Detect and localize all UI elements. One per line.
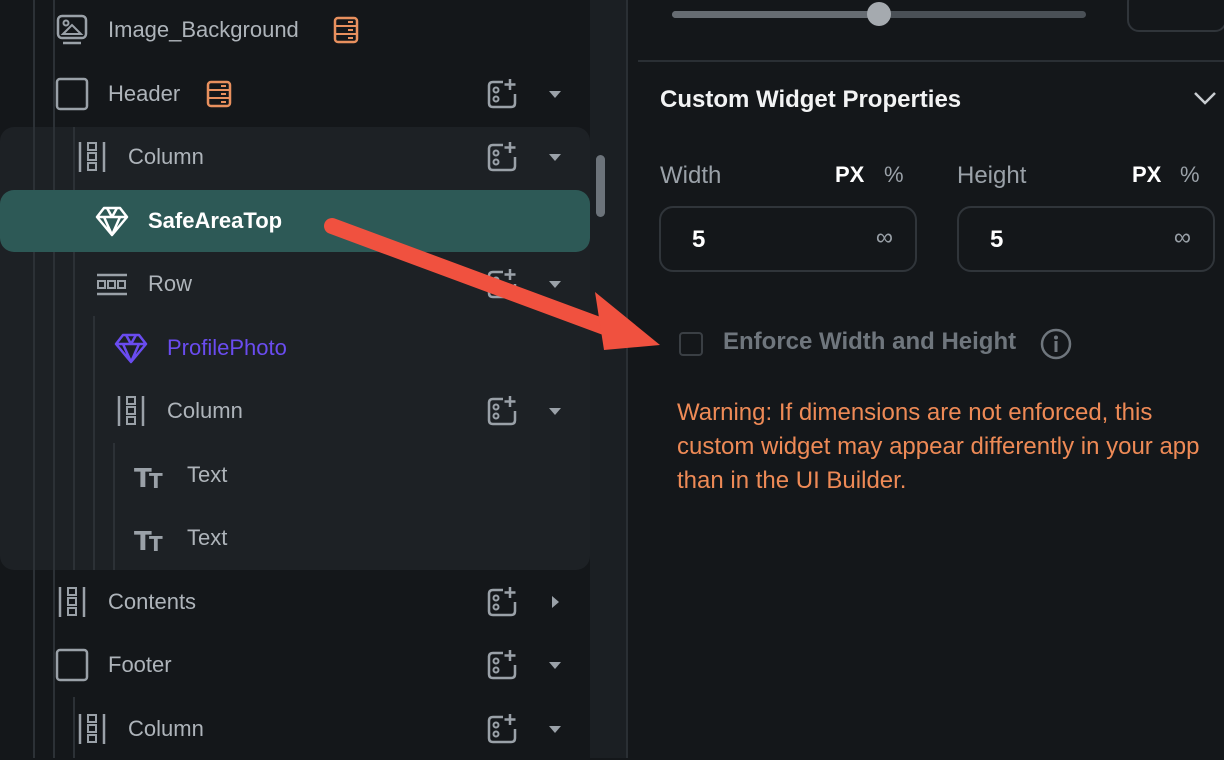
width-input[interactable]: 5 ∞ xyxy=(659,206,917,272)
add-child-icon[interactable] xyxy=(486,649,518,681)
tree-item-label: Text xyxy=(187,462,228,487)
width-unit-px[interactable]: PX xyxy=(835,162,864,188)
caret-down-icon[interactable] xyxy=(549,280,561,288)
infinity-icon[interactable]: ∞ xyxy=(876,224,893,252)
properties-panel: Custom Widget Properties Width PX % Heig… xyxy=(630,0,1224,758)
image-icon xyxy=(55,13,89,47)
height-label: Height xyxy=(957,162,1027,189)
column-icon xyxy=(55,585,89,619)
info-icon[interactable] xyxy=(1040,328,1072,360)
divider xyxy=(638,60,1224,62)
tree-item-label: Column xyxy=(128,144,204,169)
height-input[interactable]: 5 ∞ xyxy=(957,206,1215,272)
infinity-icon[interactable]: ∞ xyxy=(1174,224,1191,252)
tree-item-text[interactable]: T T Text xyxy=(0,507,590,569)
column-icon xyxy=(75,140,109,174)
tree-item-column[interactable]: Column xyxy=(0,126,590,188)
container-icon xyxy=(55,648,89,682)
width-label: Width xyxy=(660,162,722,189)
caret-down-icon[interactable] xyxy=(549,661,561,669)
row-icon xyxy=(95,267,129,301)
tree-item-column[interactable]: Column xyxy=(0,380,590,442)
height-value[interactable]: 5 xyxy=(990,226,1003,254)
add-child-icon[interactable] xyxy=(486,586,518,618)
tree-item-label: Header xyxy=(108,81,181,106)
width-unit-percent[interactable]: % xyxy=(884,162,904,188)
tree-item-label: Text xyxy=(187,525,228,550)
caret-down-icon[interactable] xyxy=(549,153,561,161)
tree-item-label: Image_Background xyxy=(108,17,299,42)
caret-right-icon[interactable] xyxy=(552,596,559,608)
custom-widget-diamond-icon xyxy=(114,331,148,365)
tree-item-header[interactable]: Header xyxy=(0,63,590,125)
text-icon: TT xyxy=(134,521,168,555)
svg-text:T: T xyxy=(149,532,163,555)
add-child-icon[interactable] xyxy=(486,268,518,300)
caret-down-icon[interactable] xyxy=(549,90,561,98)
width-value[interactable]: 5 xyxy=(692,226,705,254)
slider-handle[interactable] xyxy=(867,2,891,26)
tree-item-safeareatop[interactable]: SafeAreaTop xyxy=(0,190,590,252)
svg-text:T: T xyxy=(149,469,163,492)
tree-item-image-background[interactable]: Image_Background xyxy=(0,0,590,61)
slider-value-input[interactable] xyxy=(1127,0,1224,32)
tree-item-label: Column xyxy=(128,716,204,741)
chevron-down-icon[interactable] xyxy=(1192,88,1218,108)
database-icon xyxy=(333,16,359,44)
height-unit-px[interactable]: PX xyxy=(1132,162,1161,188)
enforce-label: Enforce Width and Height xyxy=(723,328,1017,355)
caret-down-icon[interactable] xyxy=(549,407,561,415)
custom-widget-diamond-icon xyxy=(95,204,129,238)
tree-scrollbar-track[interactable] xyxy=(590,0,628,758)
enforce-checkbox[interactable] xyxy=(679,332,703,356)
tree-item-label: Footer xyxy=(108,652,172,677)
tree-item-row[interactable]: Row xyxy=(0,253,590,315)
database-icon xyxy=(206,80,232,108)
tree-scrollbar-thumb[interactable] xyxy=(596,155,605,217)
widget-tree: Image_Background Header Column SafeAreaTop R… xyxy=(0,0,590,758)
height-unit-percent[interactable]: % xyxy=(1180,162,1200,188)
tree-item-label: SafeAreaTop xyxy=(148,208,283,233)
tree-item-label: Row xyxy=(148,271,193,296)
caret-down-icon[interactable] xyxy=(549,725,561,733)
tree-item-profilephoto[interactable]: ProfilePhoto xyxy=(0,317,590,379)
tree-item-label: Column xyxy=(167,398,243,423)
column-icon xyxy=(114,394,148,428)
tree-item-label: Contents xyxy=(108,589,197,614)
tree-item-contents[interactable]: Contents xyxy=(0,571,590,633)
add-child-icon[interactable] xyxy=(486,395,518,427)
column-icon xyxy=(75,712,109,746)
tree-item-label: ProfilePhoto xyxy=(167,335,287,360)
container-icon xyxy=(55,77,89,111)
add-child-icon[interactable] xyxy=(486,141,518,173)
text-icon: TT xyxy=(134,458,168,492)
slider-fill xyxy=(672,11,879,18)
tree-item-footer[interactable]: Footer xyxy=(0,634,590,696)
tree-item-column[interactable]: Column xyxy=(0,698,590,760)
tree-item-text[interactable]: T T Text xyxy=(0,444,590,506)
add-child-icon[interactable] xyxy=(486,713,518,745)
section-title: Custom Widget Properties xyxy=(660,86,962,113)
add-child-icon[interactable] xyxy=(486,78,518,110)
warning-text: Warning: If dimensions are not enforced,… xyxy=(677,399,1200,494)
